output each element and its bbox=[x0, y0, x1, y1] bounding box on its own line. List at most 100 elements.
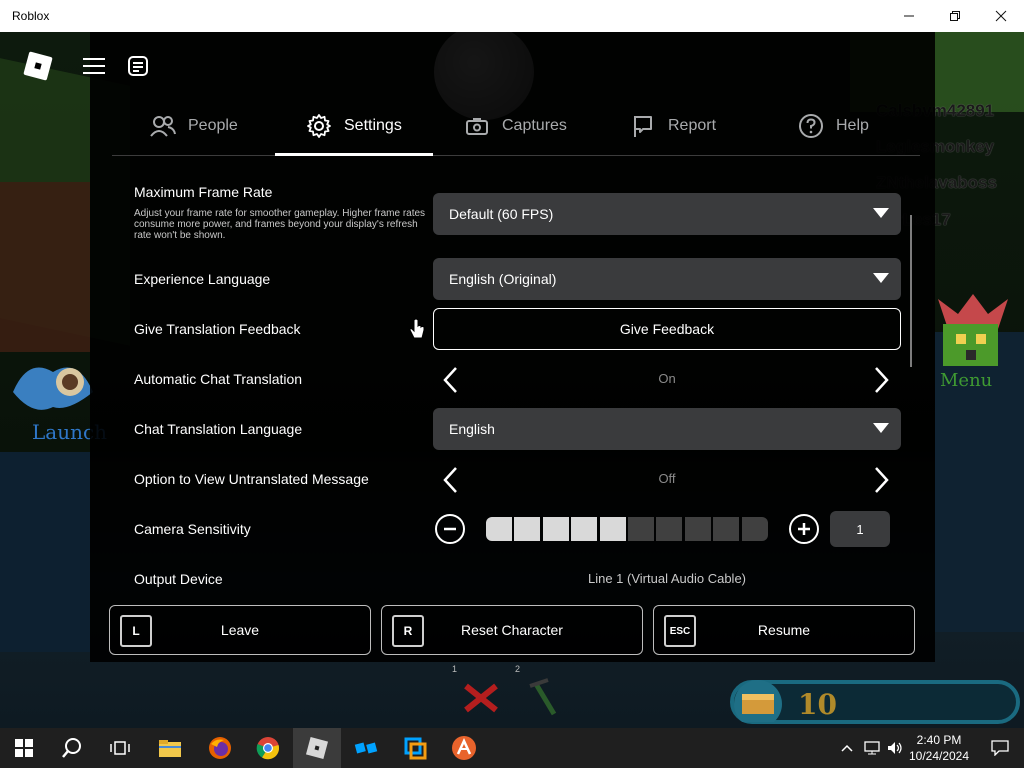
output-device-value[interactable]: Line 1 (Virtual Audio Cable) bbox=[433, 571, 901, 586]
taskbar-clock[interactable]: 2:40 PM 10/24/2024 bbox=[906, 732, 972, 764]
decrease-sensitivity-button[interactable] bbox=[435, 514, 465, 544]
sensitivity-segment[interactable] bbox=[713, 517, 739, 541]
file-explorer-icon bbox=[159, 740, 181, 757]
sensitivity-segment[interactable] bbox=[600, 517, 626, 541]
view-untranslated-selector: Off bbox=[433, 459, 901, 499]
next-option-button[interactable] bbox=[867, 465, 897, 495]
sensitivity-segment[interactable] bbox=[685, 517, 711, 541]
experience-language-dropdown[interactable]: English (Original) bbox=[433, 258, 901, 300]
tab-captures[interactable]: Captures bbox=[464, 96, 567, 156]
sensitivity-segment[interactable] bbox=[656, 517, 682, 541]
auto-chat-translation-selector: On bbox=[433, 359, 901, 399]
camera-sensitivity-value-input[interactable]: 1 bbox=[830, 511, 890, 547]
notifications-button[interactable] bbox=[976, 728, 1024, 768]
taskbar-app-firefox[interactable] bbox=[196, 728, 244, 768]
taskbar-app[interactable] bbox=[440, 728, 488, 768]
sensitivity-segment[interactable] bbox=[514, 517, 540, 541]
translation-feedback-label: Give Translation Feedback bbox=[134, 321, 301, 337]
menu-label: Menu bbox=[940, 370, 993, 391]
plus-icon bbox=[798, 523, 810, 535]
app-icon bbox=[452, 736, 476, 760]
resume-button-label: Resume bbox=[757, 622, 811, 638]
close-button[interactable] bbox=[978, 0, 1024, 32]
frame-rate-label: Maximum Frame Rate bbox=[134, 184, 273, 200]
sensitivity-segment[interactable] bbox=[742, 517, 768, 541]
next-option-button[interactable] bbox=[867, 365, 897, 395]
sensitivity-segment[interactable] bbox=[628, 517, 654, 541]
taskbar-app-roblox-studio[interactable] bbox=[342, 728, 390, 768]
taskbar-app[interactable] bbox=[391, 728, 439, 768]
active-tab-indicator bbox=[275, 153, 433, 156]
tab-settings[interactable]: Settings bbox=[306, 96, 402, 156]
volume-icon bbox=[888, 742, 902, 754]
view-untranslated-value: Off bbox=[658, 471, 676, 486]
frame-rate-description: Adjust your frame rate for smoother game… bbox=[134, 208, 426, 241]
reset-character-button[interactable]: R Reset Character bbox=[381, 605, 643, 655]
hamburger-menu-button[interactable] bbox=[80, 52, 108, 80]
hamburger-icon bbox=[83, 58, 105, 74]
increase-sensitivity-button[interactable] bbox=[789, 514, 819, 544]
help-icon bbox=[798, 113, 824, 139]
chat-button[interactable] bbox=[124, 52, 152, 80]
chevron-right-icon bbox=[875, 367, 889, 393]
tab-bar: People Settings Captures Report Help bbox=[112, 96, 920, 156]
tab-people[interactable]: People bbox=[150, 96, 238, 156]
hotbar-number: 1 bbox=[452, 664, 458, 674]
settings-scrollbar[interactable] bbox=[910, 215, 912, 367]
launch-mascot-icon bbox=[13, 367, 93, 410]
launch-button[interactable]: Launch bbox=[8, 352, 107, 444]
give-feedback-button[interactable]: Give Feedback bbox=[433, 308, 901, 350]
sensitivity-segment[interactable] bbox=[543, 517, 569, 541]
coin-chest-icon bbox=[734, 680, 782, 722]
task-view-button[interactable] bbox=[96, 728, 144, 768]
tab-label: Report bbox=[668, 117, 717, 134]
frame-rate-dropdown[interactable]: Default (60 FPS) bbox=[433, 193, 901, 235]
search-icon bbox=[62, 738, 81, 758]
volume-button[interactable] bbox=[884, 728, 906, 768]
hotbar-number: 2 bbox=[515, 664, 521, 674]
roblox-studio-icon bbox=[354, 742, 378, 754]
taskbar-search-button[interactable] bbox=[48, 728, 96, 768]
window-title: Roblox bbox=[12, 9, 50, 23]
minimize-button[interactable] bbox=[886, 0, 932, 32]
tab-label: Settings bbox=[344, 117, 402, 134]
chat-translation-language-label: Chat Translation Language bbox=[134, 421, 303, 437]
show-hidden-icons-button[interactable] bbox=[834, 728, 860, 768]
sensitivity-segment[interactable] bbox=[486, 517, 512, 541]
output-device-label: Output Device bbox=[134, 571, 223, 587]
hotbar-slot-pickaxe-icon[interactable] bbox=[526, 676, 564, 716]
chat-icon bbox=[128, 56, 148, 76]
auto-chat-translation-value: On bbox=[658, 371, 676, 386]
minus-icon bbox=[444, 527, 456, 531]
roblox-logo-button[interactable] bbox=[22, 50, 54, 82]
start-button[interactable] bbox=[0, 728, 48, 768]
tab-report[interactable]: Report bbox=[630, 96, 716, 156]
taskbar-app-file-explorer[interactable] bbox=[146, 728, 194, 768]
roblox-icon bbox=[305, 736, 329, 760]
leave-button[interactable]: L Leave bbox=[109, 605, 371, 655]
caret-down-icon bbox=[873, 208, 889, 218]
minimize-icon bbox=[904, 15, 914, 17]
flag-icon bbox=[630, 113, 656, 139]
chat-translation-language-dropdown[interactable]: English bbox=[433, 408, 901, 450]
mouse-cursor-icon bbox=[409, 318, 425, 339]
clock-date: 10/24/2024 bbox=[908, 749, 970, 763]
network-button[interactable] bbox=[860, 728, 884, 768]
clock-time: 2:40 PM bbox=[916, 733, 962, 747]
network-icon bbox=[864, 741, 880, 755]
resume-button[interactable]: ESC Resume bbox=[653, 605, 915, 655]
taskbar-app-chrome[interactable] bbox=[244, 728, 292, 768]
game-menu-button[interactable]: Menu bbox=[928, 294, 1018, 394]
coin-counter: 10 bbox=[730, 680, 1020, 724]
maximize-button[interactable] bbox=[932, 0, 978, 32]
leave-button-label: Leave bbox=[220, 622, 260, 638]
frame-rate-value: Default (60 FPS) bbox=[449, 206, 554, 222]
taskbar-app-roblox[interactable] bbox=[293, 728, 341, 768]
tab-help[interactable]: Help bbox=[798, 96, 869, 156]
windows-taskbar: 2:40 PM 10/24/2024 bbox=[0, 728, 1024, 768]
task-view-icon bbox=[110, 741, 130, 755]
menu-mascot-icon bbox=[938, 294, 1008, 366]
sensitivity-segment[interactable] bbox=[571, 517, 597, 541]
hotbar-slot-x-icon[interactable] bbox=[462, 682, 500, 714]
gear-icon bbox=[306, 113, 332, 139]
